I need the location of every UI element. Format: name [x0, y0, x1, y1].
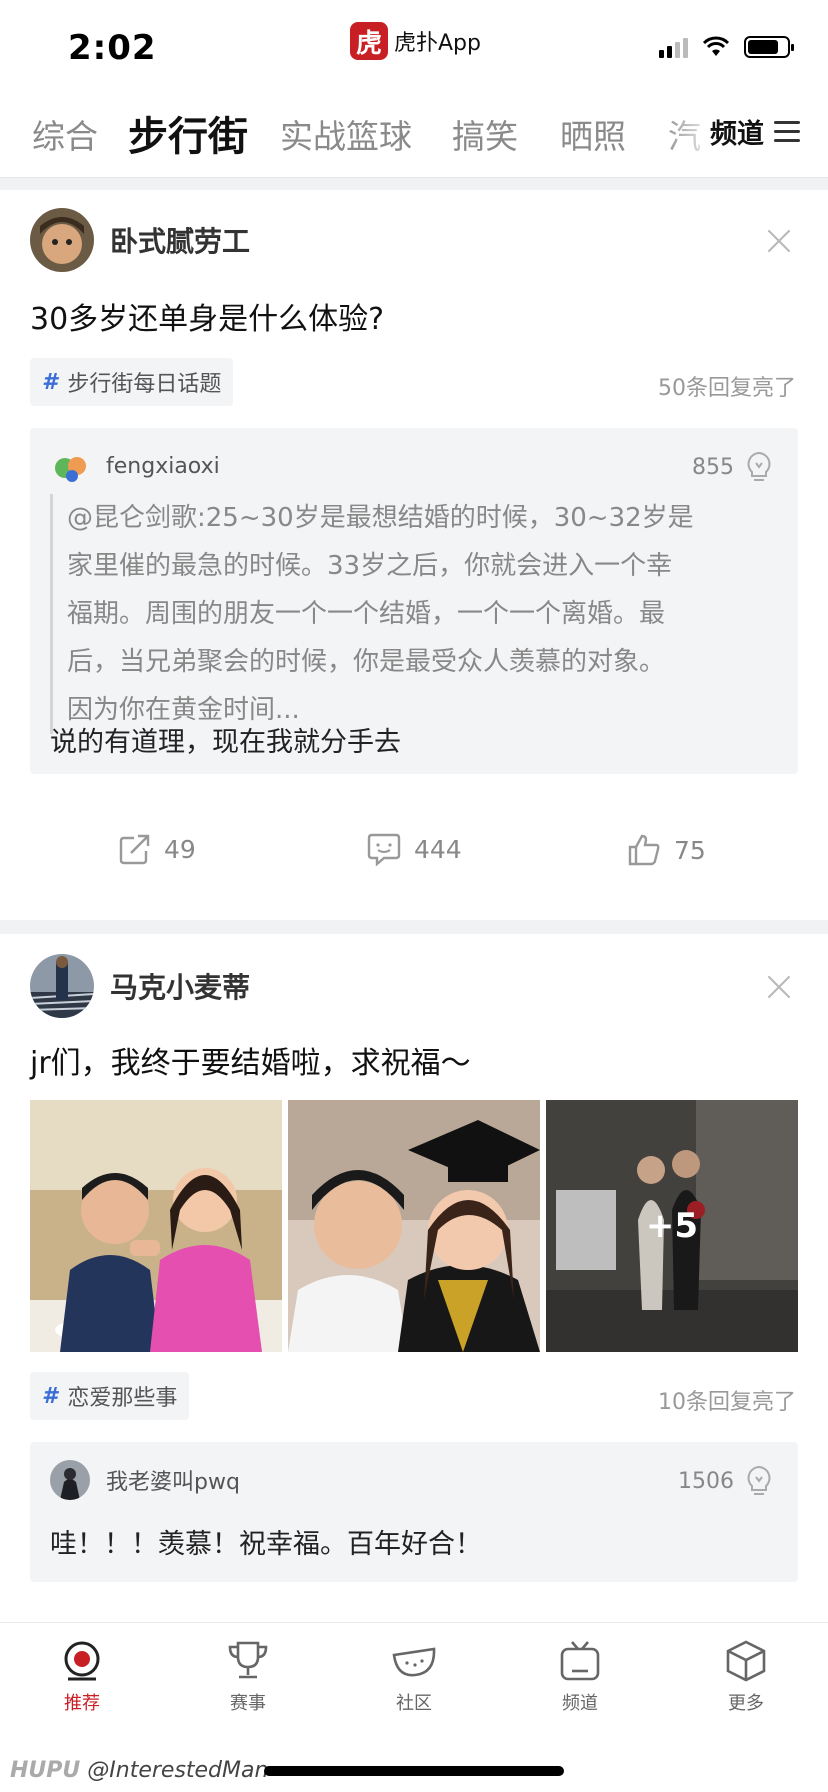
- topic-hash-icon: #: [42, 1383, 58, 1409]
- topic-tag[interactable]: # 恋爱那些事: [30, 1372, 190, 1420]
- tab-shizhan-lanqiu[interactable]: 实战篮球: [280, 110, 412, 158]
- quote-line: 家里催的最急的时候。33岁之后，你就会进入一个幸: [67, 551, 673, 581]
- wifi-icon: [702, 36, 730, 56]
- comment-user[interactable]: 我老婆叫pwq: [106, 1464, 240, 1496]
- app-badge: 虎 虎扑App: [350, 22, 481, 60]
- status-time: 2:02: [68, 28, 157, 68]
- avatar[interactable]: [30, 954, 94, 1018]
- light-count[interactable]: 1506: [678, 1464, 774, 1498]
- channel-tabs: 综合 步行街 实战篮球 搞笑 晒照 汽 频道: [0, 96, 828, 178]
- share-button[interactable]: 49: [118, 832, 196, 866]
- status-icons: [659, 36, 794, 58]
- author-row[interactable]: 马克小麦蒂: [30, 954, 250, 1018]
- nav-recommend[interactable]: 推荐: [22, 1639, 142, 1715]
- light-num: 1506: [678, 1468, 734, 1494]
- app-name: 虎扑App: [394, 31, 481, 56]
- nav-label: 推荐: [64, 1693, 100, 1714]
- avatar[interactable]: [30, 208, 94, 272]
- post-card[interactable]: 卧式腻劳工 30多岁还单身是什么体验? # 步行街每日话题 50条回复亮了 fe…: [0, 190, 828, 920]
- battery-icon: [744, 36, 794, 58]
- cube-icon: [726, 1640, 766, 1682]
- close-icon[interactable]: [766, 228, 792, 254]
- like-button[interactable]: 75: [626, 832, 706, 868]
- nav-more[interactable]: 更多: [686, 1639, 806, 1715]
- lightbulb-icon: [747, 451, 771, 481]
- topic-hash-icon: #: [42, 369, 58, 395]
- app-logo-icon: 虎: [350, 22, 388, 60]
- quote-line: @昆仑剑歌:25~30岁是最想结婚的时候，30~32岁是: [67, 503, 694, 533]
- post-card[interactable]: 马克小麦蒂 jr们，我终于要结婚啦，求祝福～ +5 # 恋爱那些事 10条回复亮…: [0, 934, 828, 1622]
- comment-avatar[interactable]: [50, 1460, 90, 1500]
- comment-user[interactable]: fengxiaoxi: [106, 454, 220, 479]
- comment-count: 444: [414, 834, 462, 864]
- trophy-icon: [228, 1641, 268, 1679]
- light-count[interactable]: 855: [692, 450, 774, 484]
- light-num: 855: [692, 454, 734, 480]
- channel-button[interactable]: 频道: [700, 112, 800, 151]
- image-grid: +5: [30, 1100, 798, 1352]
- nav-label: 更多: [728, 1693, 764, 1714]
- action-bar: 49 444 75: [0, 832, 828, 892]
- recommend-icon: [64, 1641, 100, 1681]
- comment-head: 我老婆叫pwq: [50, 1460, 240, 1500]
- tab-gaoxiao[interactable]: 搞笑: [452, 110, 518, 158]
- comment-avatar[interactable]: [50, 446, 90, 486]
- topic-label: 恋爱那些事: [67, 1386, 178, 1411]
- tv-icon: [560, 1641, 600, 1681]
- author-name[interactable]: 卧式腻劳工: [110, 220, 250, 260]
- watermark-brand: HUPU: [10, 1758, 81, 1783]
- comment-text: 哇！！！羡慕！祝幸福。百年好合！: [50, 1529, 482, 1560]
- quoted-comment: @昆仑剑歌:25~30岁是最想结婚的时候，30~32岁是 家里催的最急的时候。3…: [50, 494, 770, 734]
- comment-text: 说的有道理，现在我就分手去: [50, 727, 401, 758]
- watermark: HUPU @InterestedMan: [10, 1758, 268, 1783]
- quote-line: 福期。周围的朋友一个一个结婚，一个一个离婚。最: [67, 599, 666, 629]
- divider: [0, 920, 828, 934]
- signal-icon: [659, 36, 688, 58]
- comment-head: fengxiaoxi: [50, 446, 220, 486]
- comment-icon: [367, 833, 401, 866]
- community-icon: [392, 1647, 436, 1677]
- status-bar: 2:02 虎 虎扑App: [0, 0, 828, 96]
- tab-buxingjie[interactable]: 步行街: [128, 104, 248, 162]
- more-images-badge[interactable]: +5: [546, 1100, 798, 1352]
- post-image[interactable]: +5: [546, 1100, 798, 1352]
- channel-label: 频道: [710, 119, 764, 150]
- post-image[interactable]: [288, 1100, 540, 1352]
- watermark-handle: @InterestedMan: [87, 1758, 269, 1783]
- nav-label: 频道: [562, 1693, 598, 1714]
- reply-count: 10条回复亮了: [658, 1390, 796, 1415]
- highlight-comment[interactable]: fengxiaoxi 855 @昆仑剑歌:25~30岁是最想结婚的时候，30~3…: [30, 428, 798, 774]
- home-indicator[interactable]: [264, 1766, 564, 1776]
- menu-icon: [774, 121, 800, 142]
- nav-label: 社区: [396, 1693, 432, 1714]
- thumbs-up-icon: [628, 834, 660, 866]
- post-image[interactable]: [30, 1100, 282, 1352]
- post-title[interactable]: jr们，我终于要结婚啦，求祝福～: [30, 1038, 471, 1082]
- comment-button[interactable]: 444: [366, 832, 462, 866]
- reply-count: 50条回复亮了: [658, 376, 796, 401]
- nav-label: 赛事: [230, 1693, 266, 1714]
- lightbulb-icon: [747, 1465, 771, 1495]
- quote-line: 后，当兄弟聚会的时候，你是最受众人羡慕的对象。: [67, 647, 666, 677]
- author-name[interactable]: 马克小麦蒂: [110, 966, 250, 1006]
- nav-events[interactable]: 赛事: [188, 1639, 308, 1715]
- nav-community[interactable]: 社区: [354, 1639, 474, 1715]
- author-row[interactable]: 卧式腻劳工: [30, 208, 250, 272]
- tab-shaizhao[interactable]: 晒照: [560, 110, 626, 158]
- nav-channel[interactable]: 频道: [520, 1639, 640, 1715]
- share-count: 49: [164, 834, 196, 864]
- divider: [0, 178, 828, 190]
- close-icon[interactable]: [766, 974, 792, 1000]
- like-count: 75: [674, 835, 706, 865]
- topic-tag[interactable]: # 步行街每日话题: [30, 358, 234, 406]
- topic-label: 步行街每日话题: [67, 372, 222, 397]
- tab-zonghe[interactable]: 综合: [32, 110, 98, 158]
- highlight-comment[interactable]: 我老婆叫pwq 1506 哇！！！羡慕！祝幸福。百年好合！: [30, 1442, 798, 1582]
- post-title[interactable]: 30多岁还单身是什么体验?: [30, 294, 384, 338]
- share-icon: [119, 834, 150, 865]
